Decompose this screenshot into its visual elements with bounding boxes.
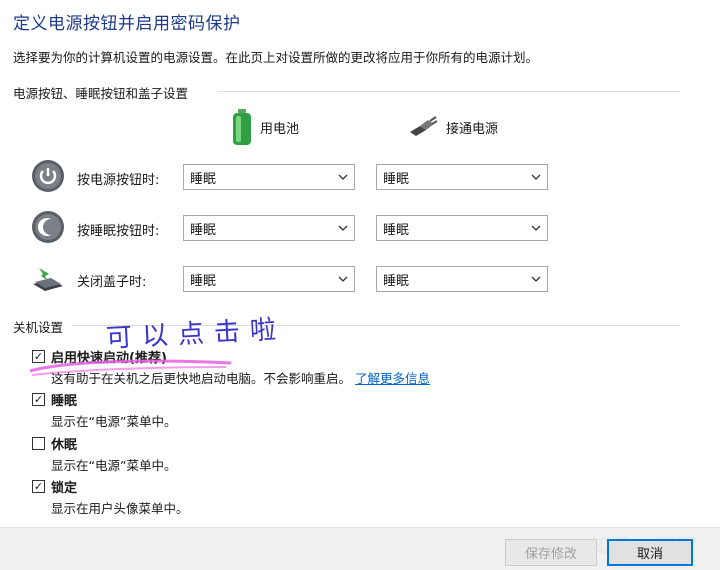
lid-icon-wrap: [31, 262, 65, 300]
lock-checkbox[interactable]: ✓ 锁定: [32, 477, 77, 496]
lock-description: 显示在用户头像菜单中。: [51, 501, 189, 516]
shutdown-group-title: 关机设置: [13, 320, 64, 335]
hibernate-checkbox[interactable]: 休眠: [32, 434, 77, 453]
select-value: 睡眠: [383, 273, 410, 289]
learn-more-link[interactable]: 了解更多信息: [355, 371, 430, 386]
sleep-button-icon: [31, 210, 65, 248]
chevron-down-icon: [531, 225, 541, 231]
select-value: 睡眠: [383, 222, 410, 238]
fast-startup-description: 这有助于在关机之后更快地启动电脑。不会影响重启。 了解更多信息: [51, 368, 430, 387]
cancel-button[interactable]: 取消: [607, 539, 693, 566]
column-plugged-in-label: 接通电源: [446, 121, 499, 137]
checkbox-checked[interactable]: ✓: [32, 480, 45, 493]
sleep-button-plugged-select[interactable]: 睡眠: [376, 215, 548, 241]
fast-startup-desc-text: 这有助于在关机之后更快地启动电脑。不会影响重启。: [51, 371, 352, 386]
column-battery: 用电池: [232, 108, 299, 146]
chevron-down-icon: [531, 174, 541, 180]
select-value: 睡眠: [190, 171, 217, 187]
sleep-checkbox[interactable]: ✓ 睡眠: [32, 390, 77, 409]
column-plugged-in: 接通电源: [408, 116, 498, 138]
column-battery-label: 用电池: [260, 121, 300, 137]
power-button-plugged-select[interactable]: 睡眠: [376, 164, 548, 190]
chevron-down-icon: [531, 276, 541, 282]
page-subtitle: 选择要为你的计算机设置的电源设置。在此页上对设置所做的更改将应用于你所有的电源计…: [13, 50, 539, 65]
row-label-sleep: 按睡眠按钮时:: [77, 224, 160, 239]
sleep-button-battery-select[interactable]: 睡眠: [183, 215, 355, 241]
power-buttons-group-title: 电源按钮、睡眠按钮和盖子设置: [13, 86, 189, 101]
group-divider: [218, 91, 680, 92]
checkbox-checked[interactable]: ✓: [32, 393, 45, 406]
select-value: 睡眠: [190, 273, 217, 289]
select-value: 睡眠: [190, 222, 217, 238]
chevron-down-icon: [338, 174, 348, 180]
select-value: 睡眠: [383, 171, 410, 187]
row-label-power: 按电源按钮时:: [77, 173, 160, 188]
power-icon: [32, 160, 64, 192]
sleep-option-label: 睡眠: [51, 394, 78, 409]
power-button-icon: [31, 159, 65, 197]
lock-option-label: 锁定: [51, 481, 78, 496]
hibernate-option-label: 休眠: [51, 438, 78, 453]
battery-icon: [233, 109, 251, 145]
lid-battery-select[interactable]: 睡眠: [183, 266, 355, 292]
lid-plugged-select[interactable]: 睡眠: [376, 266, 548, 292]
plug-icon: [410, 116, 438, 136]
sleep-description: 显示在“电源”菜单中。: [51, 414, 177, 429]
page-title: 定义电源按钮并启用密码保护: [13, 14, 241, 34]
hibernate-description: 显示在“电源”菜单中。: [51, 458, 177, 473]
sleep-icon: [32, 211, 64, 243]
power-button-battery-select[interactable]: 睡眠: [183, 164, 355, 190]
laptop-lid-icon: [33, 268, 63, 291]
row-label-lid: 关闭盖子时:: [77, 275, 147, 290]
chevron-down-icon: [338, 276, 348, 282]
save-changes-button[interactable]: 保存修改: [505, 539, 597, 566]
checkbox-unchecked[interactable]: [32, 437, 45, 450]
chevron-down-icon: [338, 225, 348, 231]
